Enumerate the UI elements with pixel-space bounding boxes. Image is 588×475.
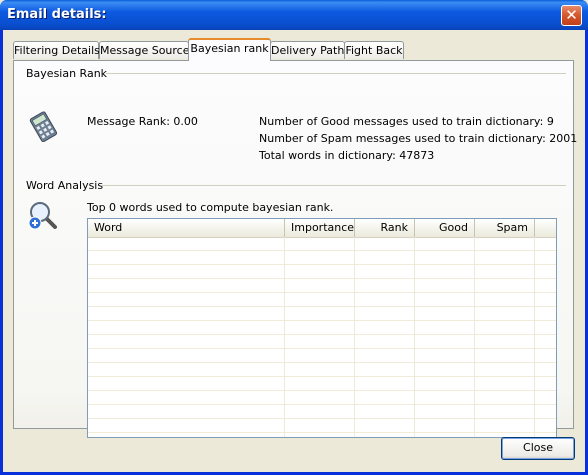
column-divider xyxy=(474,237,475,437)
column-divider xyxy=(414,237,415,437)
word-analysis-group-label: Word Analysis xyxy=(26,179,104,192)
spam-messages-text: Number of Spam messages used to train di… xyxy=(259,132,578,145)
bayesian-rank-panel: Bayesian Rank Message Rank: 0.00 Number … xyxy=(13,60,578,438)
bayesian-rank-group-label: Bayesian Rank xyxy=(26,67,108,80)
window-close-button[interactable]: ✕ xyxy=(561,5,582,26)
table-header: Word Importance Rank Good Spam xyxy=(88,219,556,238)
column-divider xyxy=(534,237,535,437)
email-details-window: Email details: ✕ Filtering Details Messa… xyxy=(0,0,588,475)
message-rank-text: Message Rank: 0.00 xyxy=(87,115,198,128)
magnifier-add-icon xyxy=(28,202,57,230)
table-body xyxy=(88,237,556,437)
group-divider xyxy=(102,185,566,186)
group-divider xyxy=(106,73,566,74)
word-analysis-table[interactable]: Word Importance Rank Good Spam xyxy=(87,218,557,438)
window-title: Email details: xyxy=(7,7,107,22)
column-header-spam[interactable]: Spam xyxy=(475,219,535,237)
column-header-good[interactable]: Good xyxy=(415,219,475,237)
tab-filtering-details[interactable]: Filtering Details xyxy=(13,41,100,59)
word-summary-text: Top 0 words used to compute bayesian ran… xyxy=(87,201,334,214)
column-divider xyxy=(354,237,355,437)
tab-delivery-path[interactable]: Delivery Path xyxy=(270,41,345,59)
dialog-client-area: Filtering Details Message Source Bayesia… xyxy=(3,30,585,472)
calculator-icon xyxy=(29,111,58,143)
good-messages-text: Number of Good messages used to train di… xyxy=(259,115,554,128)
tab-message-source[interactable]: Message Source xyxy=(99,41,190,59)
column-header-word[interactable]: Word xyxy=(88,219,285,237)
title-bar[interactable]: Email details: ✕ xyxy=(0,0,588,30)
tab-bayesian-rank[interactable]: Bayesian rank xyxy=(188,38,271,61)
close-button[interactable]: Close xyxy=(501,437,575,460)
column-header-rank[interactable]: Rank xyxy=(355,219,415,237)
tab-fight-back[interactable]: Fight Back xyxy=(344,41,404,59)
total-words-text: Total words in dictionary: 47873 xyxy=(259,149,435,162)
column-header-importance[interactable]: Importance xyxy=(285,219,355,237)
column-divider xyxy=(284,237,285,437)
